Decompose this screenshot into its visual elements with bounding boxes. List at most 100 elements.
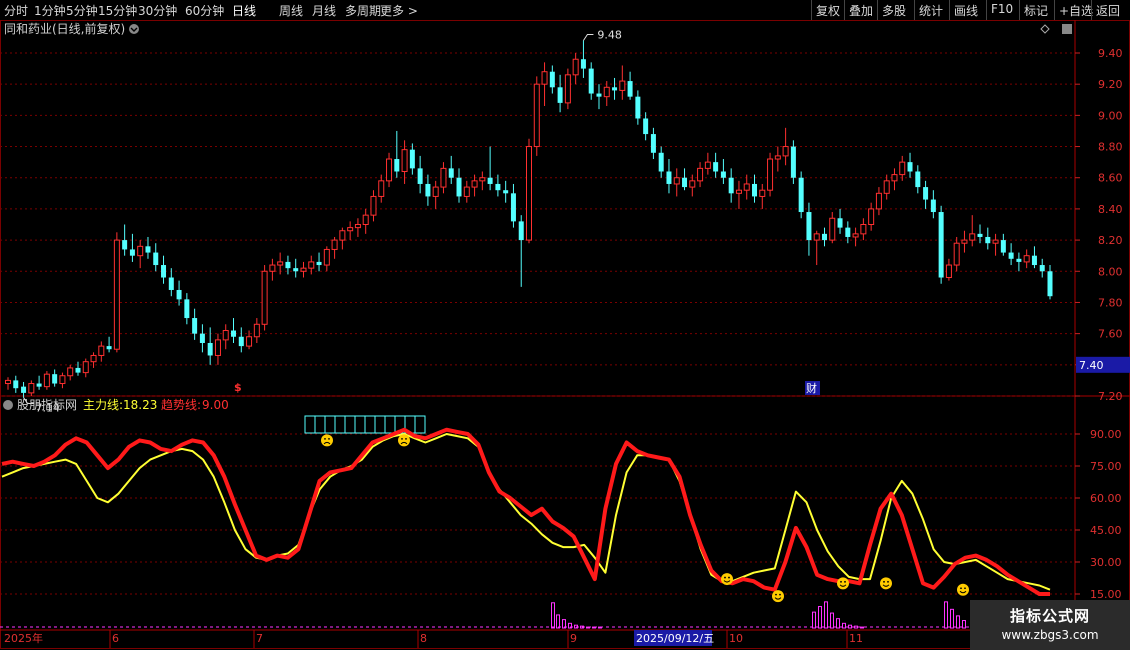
price-tick-label: 9.40 (1098, 47, 1123, 60)
period-tab-9[interactable]: 多周期 (345, 2, 381, 19)
month-label: 10 (729, 632, 743, 645)
month-label: 11 (849, 632, 863, 645)
candle-body-down (1047, 271, 1053, 297)
candle-body-down (1039, 265, 1045, 272)
candle-body-down (495, 183, 501, 191)
happy-face-icon-eye (844, 580, 846, 583)
candle-body-up (564, 74, 571, 104)
candle-body-up (463, 186, 470, 197)
candle-body-up (432, 186, 439, 197)
candle-body-up (961, 239, 968, 244)
period-tab-0[interactable]: 分时 (4, 2, 28, 19)
candle-body-up (246, 336, 253, 347)
candle-body-up (697, 167, 704, 182)
candle-body-up (370, 195, 377, 216)
period-tab-5[interactable]: 60分钟 (185, 2, 224, 19)
candle-body-down (238, 336, 244, 347)
candle-body-down (643, 118, 649, 135)
happy-face-icon (721, 573, 733, 586)
toolbar-button-2[interactable]: 多股 (882, 2, 906, 19)
candle-body-down (487, 177, 493, 184)
signal-strip-cell (314, 415, 326, 434)
toolbar-button-4[interactable]: 画线 (954, 2, 978, 19)
candle-body-up (300, 267, 307, 272)
candle-body-up (899, 161, 906, 176)
candle-body-up (992, 239, 999, 244)
signal-strip-cell (334, 415, 346, 434)
candle-body-up (774, 155, 781, 160)
volume-bar (956, 615, 960, 629)
candle-body-up (782, 146, 789, 157)
toolbar-button-5[interactable]: F10 (991, 2, 1013, 16)
candle-body-down (798, 177, 804, 213)
sad-face-icon-eye (328, 438, 330, 440)
candle-body-up (852, 233, 859, 238)
candle-body-down (293, 268, 299, 272)
candle-body-down (510, 193, 516, 222)
period-tab-1[interactable]: 1分钟 (34, 2, 66, 19)
candle-body-down (36, 383, 42, 387)
candle-body-up (5, 379, 11, 385)
candle-body-down (588, 68, 594, 94)
toolbar-separator (949, 0, 950, 20)
watermark-logo: 指标公式网 www.zbgs3.com (970, 600, 1130, 650)
candle-body-down (915, 171, 921, 188)
period-tab-4[interactable]: 30分钟 (138, 2, 177, 19)
toolbar-button-7[interactable]: +自选 (1059, 2, 1093, 19)
toolbar-button-3[interactable]: 统计 (919, 2, 943, 19)
candle-body-down (518, 221, 524, 241)
toolbar-separator (1091, 0, 1092, 20)
candle-body-down (930, 199, 936, 213)
candle-body-down (907, 162, 913, 172)
candle-body-down (821, 233, 827, 241)
candle-body-down (231, 330, 237, 337)
candle-body-up (673, 177, 680, 185)
toolbar-separator (914, 0, 915, 20)
toolbar-button-0[interactable]: 复权 (816, 2, 840, 19)
title-dropdown-icon (129, 24, 139, 34)
candle-body-down (456, 177, 462, 197)
happy-face-icon (837, 577, 849, 590)
period-tab-6[interactable]: 日线 (232, 2, 256, 19)
candle-body-down (145, 246, 151, 253)
volume-bar (818, 606, 822, 629)
candle-body-up (1023, 255, 1030, 263)
candle-body-down (176, 289, 182, 300)
candle-body-down (106, 346, 112, 350)
candle-body-up (619, 80, 626, 91)
volume-bar (944, 601, 948, 629)
candle-body-down (168, 277, 174, 290)
year-label: 2025年 (4, 631, 43, 645)
period-tab-7[interactable]: 周线 (279, 2, 303, 19)
candle-body-up (829, 217, 836, 241)
toolbar-button-8[interactable]: 返回 (1096, 2, 1120, 19)
candle-body-down (627, 81, 633, 97)
trend-line-label: 趋势线: (161, 398, 201, 412)
happy-face-icon-eye (779, 593, 781, 596)
candle-body-up (67, 367, 74, 377)
candle-body-up (82, 361, 89, 374)
price-tick-label: 7.80 (1098, 296, 1123, 309)
price-tick-label: 8.00 (1098, 265, 1123, 278)
candle-body-up (137, 245, 144, 257)
candle-body-down (1031, 255, 1037, 266)
candle-body-down (682, 177, 688, 188)
candle-body-up (883, 180, 890, 194)
toolbar-button-1[interactable]: 叠加 (849, 2, 873, 19)
indicator-tick-label: 30.00 (1090, 556, 1122, 569)
price-tick-label: 8.80 (1098, 141, 1123, 154)
candle-body-down (184, 299, 190, 319)
event-marker-cai: 财 (806, 381, 817, 395)
candle-body-down (417, 168, 423, 184)
period-tab-2[interactable]: 5分钟 (66, 2, 98, 19)
candle-body-up (277, 261, 284, 266)
period-tab-8[interactable]: 月线 (312, 2, 336, 19)
sad-face-icon-eye (401, 438, 403, 440)
candle-body-down (122, 240, 128, 250)
candle-body-up (479, 177, 486, 182)
period-tab-10[interactable]: 更多 > (380, 2, 418, 19)
period-tab-3[interactable]: 15分钟 (98, 2, 137, 19)
candle-body-down (713, 162, 719, 172)
toolbar-button-6[interactable]: 标记 (1024, 2, 1048, 19)
signal-strip-cell (304, 415, 316, 434)
